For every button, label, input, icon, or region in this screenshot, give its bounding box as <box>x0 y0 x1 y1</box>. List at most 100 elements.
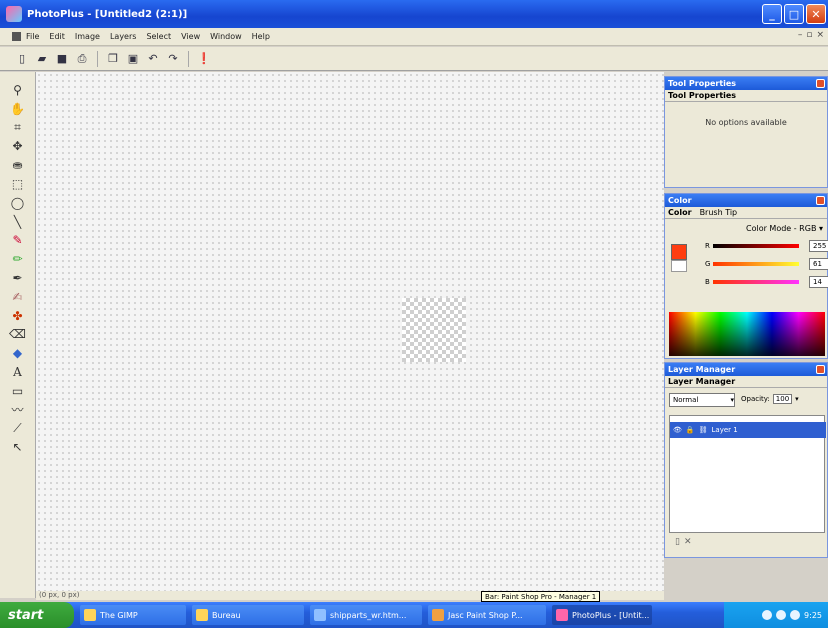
document-icon <box>314 609 326 621</box>
redo-icon[interactable]: ↷ <box>165 51 181 67</box>
print-icon[interactable]: ⎙ <box>74 51 90 67</box>
doc-minimize-icon[interactable]: – <box>798 30 803 40</box>
shape-tool-icon[interactable]: ▭ <box>5 383 31 399</box>
pointer-tool-icon[interactable]: ↖ <box>5 439 31 455</box>
menu-edit[interactable]: Edit <box>49 32 65 41</box>
blue-slider-row: B 14 <box>705 276 828 288</box>
clone-tool-icon[interactable]: ✤ <box>5 308 31 324</box>
ellipse-select-tool-icon[interactable]: ◯ <box>5 195 31 211</box>
hand-tool-icon[interactable]: ✋ <box>5 101 31 117</box>
color-panel: Color Color Brush Tip Color Mode - RGB ▾… <box>664 193 828 359</box>
layer-row[interactable]: 👁 🔒 ⛓ Layer 1 <box>670 422 826 438</box>
image-document[interactable] <box>402 298 466 362</box>
paste-icon[interactable]: ▣ <box>125 51 141 67</box>
opacity-control: Opacity: 100 ▾ <box>741 394 799 404</box>
eraser-tool-icon[interactable]: ⌫ <box>5 326 31 342</box>
help-pin-icon[interactable]: ❗ <box>196 51 212 67</box>
layer-manager-panel: Layer Manager Layer Manager Normal ▾ Opac… <box>664 362 828 558</box>
paintbrush-tool-icon[interactable]: ✎ <box>5 232 31 248</box>
tool-properties-panel: Tool Properties Tool Properties No optio… <box>664 76 828 188</box>
taskbar-item-paintshop[interactable]: Jasc Paint Shop P... <box>428 605 546 625</box>
taskbar-item-bureau[interactable]: Bureau <box>192 605 304 625</box>
red-label: R <box>705 242 710 250</box>
new-layer-icon[interactable]: ▯ <box>675 537 680 547</box>
start-button[interactable]: start <box>0 602 74 628</box>
panel-title[interactable]: Tool Properties <box>665 77 827 90</box>
document-window-controls: – ▫ × <box>798 30 824 40</box>
stamp-tool-icon[interactable]: ⛂ <box>5 157 31 173</box>
menu-view[interactable]: View <box>181 32 200 41</box>
blue-slider[interactable] <box>713 280 799 284</box>
clock[interactable]: 9:25 <box>804 611 822 620</box>
copy-icon[interactable]: ❐ <box>105 51 121 67</box>
red-value-input[interactable]: 255 <box>809 240 828 252</box>
doc-close-icon[interactable]: × <box>816 30 824 40</box>
text-tool-icon[interactable]: A <box>5 364 31 380</box>
folder-icon <box>196 609 208 621</box>
close-icon[interactable] <box>816 365 825 374</box>
link-icon[interactable]: ⛓ <box>699 426 708 434</box>
menu-file[interactable]: File <box>26 32 39 41</box>
new-file-icon[interactable]: ▯ <box>14 51 30 67</box>
crop-tool-icon[interactable]: ⌗ <box>5 120 31 136</box>
color-mode-select[interactable]: Color Mode - RGB ▾ <box>746 224 823 233</box>
tab-tool-properties[interactable]: Tool Properties <box>665 90 827 102</box>
antivirus-icon[interactable] <box>790 610 801 620</box>
opacity-input[interactable]: 100 <box>772 394 793 404</box>
panel-title[interactable]: Layer Manager <box>665 363 827 376</box>
doc-restore-icon[interactable]: ▫ <box>806 30 812 40</box>
menu-image[interactable]: Image <box>75 32 100 41</box>
close-icon[interactable] <box>816 196 825 205</box>
workspace-canvas[interactable] <box>36 72 664 596</box>
menu-window[interactable]: Window <box>210 32 242 41</box>
taskbar-item-photoplus[interactable]: PhotoPlus - [Untit... <box>552 605 652 625</box>
lock-icon[interactable]: 🔒 <box>686 426 695 434</box>
tab-color[interactable]: Color <box>668 208 692 217</box>
open-folder-icon[interactable]: ▰ <box>34 51 50 67</box>
chevron-down-icon[interactable]: ▾ <box>795 395 799 403</box>
menu-help[interactable]: Help <box>252 32 270 41</box>
close-icon[interactable] <box>816 79 825 88</box>
color-spectrum-picker[interactable] <box>669 312 825 356</box>
green-slider[interactable] <box>713 262 799 266</box>
standard-toolbar: ▯ ▰ ■ ⎙ ❐ ▣ ↶ ↷ ❗ <box>0 47 828 71</box>
save-icon[interactable]: ■ <box>54 51 70 67</box>
blur-tool-icon[interactable]: 〰 <box>5 402 31 418</box>
panel-title[interactable]: Color <box>665 194 827 207</box>
close-button[interactable]: ✕ <box>806 4 826 24</box>
blue-value-input[interactable]: 14 <box>809 276 828 288</box>
network-icon[interactable] <box>762 610 773 620</box>
smudge-tool-icon[interactable]: ✍ <box>5 289 31 305</box>
document-icon[interactable] <box>12 32 21 41</box>
fill-tool-icon[interactable]: ◆ <box>5 345 31 361</box>
red-slider[interactable] <box>713 244 799 248</box>
taskbar-item-browser[interactable]: shipparts_wr.htm... <box>310 605 422 625</box>
airbrush-tool-icon[interactable]: ✒ <box>5 270 31 286</box>
zoom-tool-icon[interactable]: ⚲ <box>5 82 31 98</box>
paint-shop-icon <box>432 609 444 621</box>
layer-name: Layer 1 <box>711 426 738 434</box>
window-titlebar: PhotoPlus - [Untitled2 (2:1)] _ □ ✕ <box>0 0 828 28</box>
menu-layers[interactable]: Layers <box>110 32 136 41</box>
green-label: G <box>705 260 711 268</box>
eyedropper-tool-icon[interactable]: ⟋ <box>5 420 31 436</box>
undo-icon[interactable]: ↶ <box>145 51 161 67</box>
maximize-button[interactable]: □ <box>784 4 804 24</box>
taskbar-item-gimp[interactable]: The GIMP <box>80 605 186 625</box>
tab-brush-tip[interactable]: Brush Tip <box>700 208 738 217</box>
green-value-input[interactable]: 61 <box>809 258 828 270</box>
tab-layer-manager[interactable]: Layer Manager <box>665 376 827 388</box>
foreground-color-swatch[interactable] <box>671 244 687 260</box>
volume-icon[interactable] <box>776 610 787 620</box>
line-tool-icon[interactable]: ╲ <box>5 214 31 230</box>
minimize-button[interactable]: _ <box>762 4 782 24</box>
menu-select[interactable]: Select <box>146 32 171 41</box>
move-tool-icon[interactable]: ✥ <box>5 138 31 154</box>
rect-select-tool-icon[interactable]: ⬚ <box>5 176 31 192</box>
delete-layer-icon[interactable]: ✕ <box>684 537 692 547</box>
blend-mode-select[interactable]: Normal ▾ <box>669 393 735 407</box>
eye-visibility-icon[interactable]: 👁 <box>673 426 682 434</box>
background-color-swatch[interactable] <box>671 260 687 272</box>
pencil-tool-icon[interactable]: ✏ <box>5 251 31 267</box>
tools-palette: ⚲ ✋ ⌗ ✥ ⛂ ⬚ ◯ ╲ ✎ ✏ ✒ ✍ ✤ ⌫ ◆ A ▭ 〰 ⟋ ↖ <box>0 72 36 598</box>
